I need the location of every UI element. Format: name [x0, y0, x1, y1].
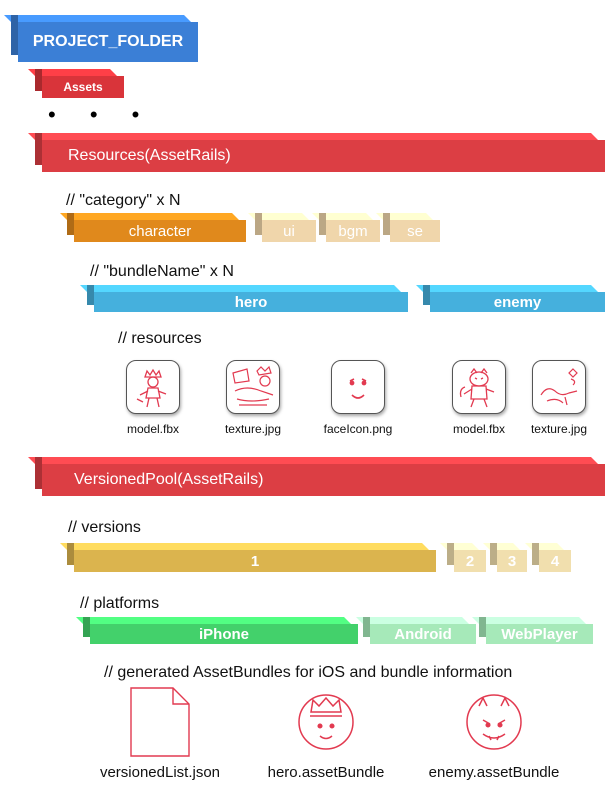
file-label: faceIcon.png	[323, 422, 393, 436]
resources-title: Resources(AssetRails)	[68, 147, 231, 164]
resource-file[interactable]: texture.jpg	[218, 360, 288, 436]
platform-label: Android	[394, 625, 452, 643]
face-icon	[331, 360, 385, 414]
version-2[interactable]: 2	[454, 550, 486, 572]
category-label: bgm	[338, 222, 368, 240]
platform-label: iPhone	[198, 625, 249, 643]
resource-file[interactable]: faceIcon.png	[316, 360, 400, 436]
output-file[interactable]: enemy.assetBundle	[414, 686, 574, 781]
project-folder-block[interactable]: PROJECT_FOLDER	[18, 22, 198, 62]
bundle-label: enemy	[493, 293, 542, 311]
platform-iphone[interactable]: iPhone	[90, 624, 358, 644]
platforms-comment: // platforms	[80, 595, 160, 612]
versions-comment: // versions	[68, 519, 141, 536]
category-comment: // "category" x N	[66, 192, 181, 209]
file-label: model.fbx	[452, 422, 506, 436]
bundle-comment: // "bundleName" x N	[90, 263, 234, 280]
version-3[interactable]: 3	[497, 550, 527, 572]
project-folder-label: PROJECT_FOLDER	[32, 33, 184, 50]
platform-label: WebPlayer	[501, 625, 578, 643]
version-4[interactable]: 4	[539, 550, 571, 572]
platform-android[interactable]: Android	[370, 624, 476, 644]
file-label: versionedList.json	[99, 764, 221, 781]
file-label: enemy.assetBundle	[428, 764, 560, 781]
resource-file[interactable]: model.fbx	[444, 360, 514, 436]
bundle-hero[interactable]: hero	[94, 292, 408, 312]
versioned-pool-title: VersionedPool(AssetRails)	[74, 471, 264, 488]
enemy-texture-icon	[532, 360, 586, 414]
resources-header[interactable]: Resources(AssetRails)	[42, 140, 605, 172]
version-1[interactable]: 1	[74, 550, 436, 572]
assets-label: Assets	[63, 80, 103, 94]
generated-comment: // generated AssetBundles for iOS and bu…	[104, 664, 513, 681]
category-label: character	[128, 222, 192, 240]
category-label: se	[407, 222, 423, 240]
hero-bundle-icon	[295, 686, 357, 758]
category-bgm[interactable]: bgm	[326, 220, 380, 242]
ellipsis: • • •	[48, 102, 154, 127]
file-label: texture.jpg	[530, 422, 588, 436]
category-ui[interactable]: ui	[262, 220, 316, 242]
version-label: 2	[465, 552, 475, 570]
file-label: model.fbx	[126, 422, 180, 436]
resource-file[interactable]: texture.jpg	[524, 360, 594, 436]
version-label: 4	[550, 552, 560, 570]
bundle-enemy[interactable]: enemy	[430, 292, 605, 312]
output-file[interactable]: hero.assetBundle	[248, 686, 404, 781]
output-file[interactable]: versionedList.json	[80, 686, 240, 781]
resource-file[interactable]: model.fbx	[118, 360, 188, 436]
version-label: 3	[507, 552, 517, 570]
hero-texture-icon	[226, 360, 280, 414]
enemy-model-icon	[452, 360, 506, 414]
version-label: 1	[250, 552, 260, 570]
category-character[interactable]: character	[74, 220, 246, 242]
platform-webplayer[interactable]: WebPlayer	[486, 624, 593, 644]
versioned-pool-header[interactable]: VersionedPool(AssetRails)	[42, 464, 605, 496]
resources-comment: // resources	[118, 330, 202, 347]
document-icon	[129, 686, 191, 758]
category-se[interactable]: se	[390, 220, 440, 242]
assets-block[interactable]: Assets	[42, 76, 124, 98]
file-label: hero.assetBundle	[267, 764, 385, 781]
bundle-label: hero	[234, 293, 268, 311]
hero-model-icon	[126, 360, 180, 414]
file-label: texture.jpg	[224, 422, 282, 436]
enemy-bundle-icon	[463, 686, 525, 758]
category-label: ui	[283, 222, 295, 240]
